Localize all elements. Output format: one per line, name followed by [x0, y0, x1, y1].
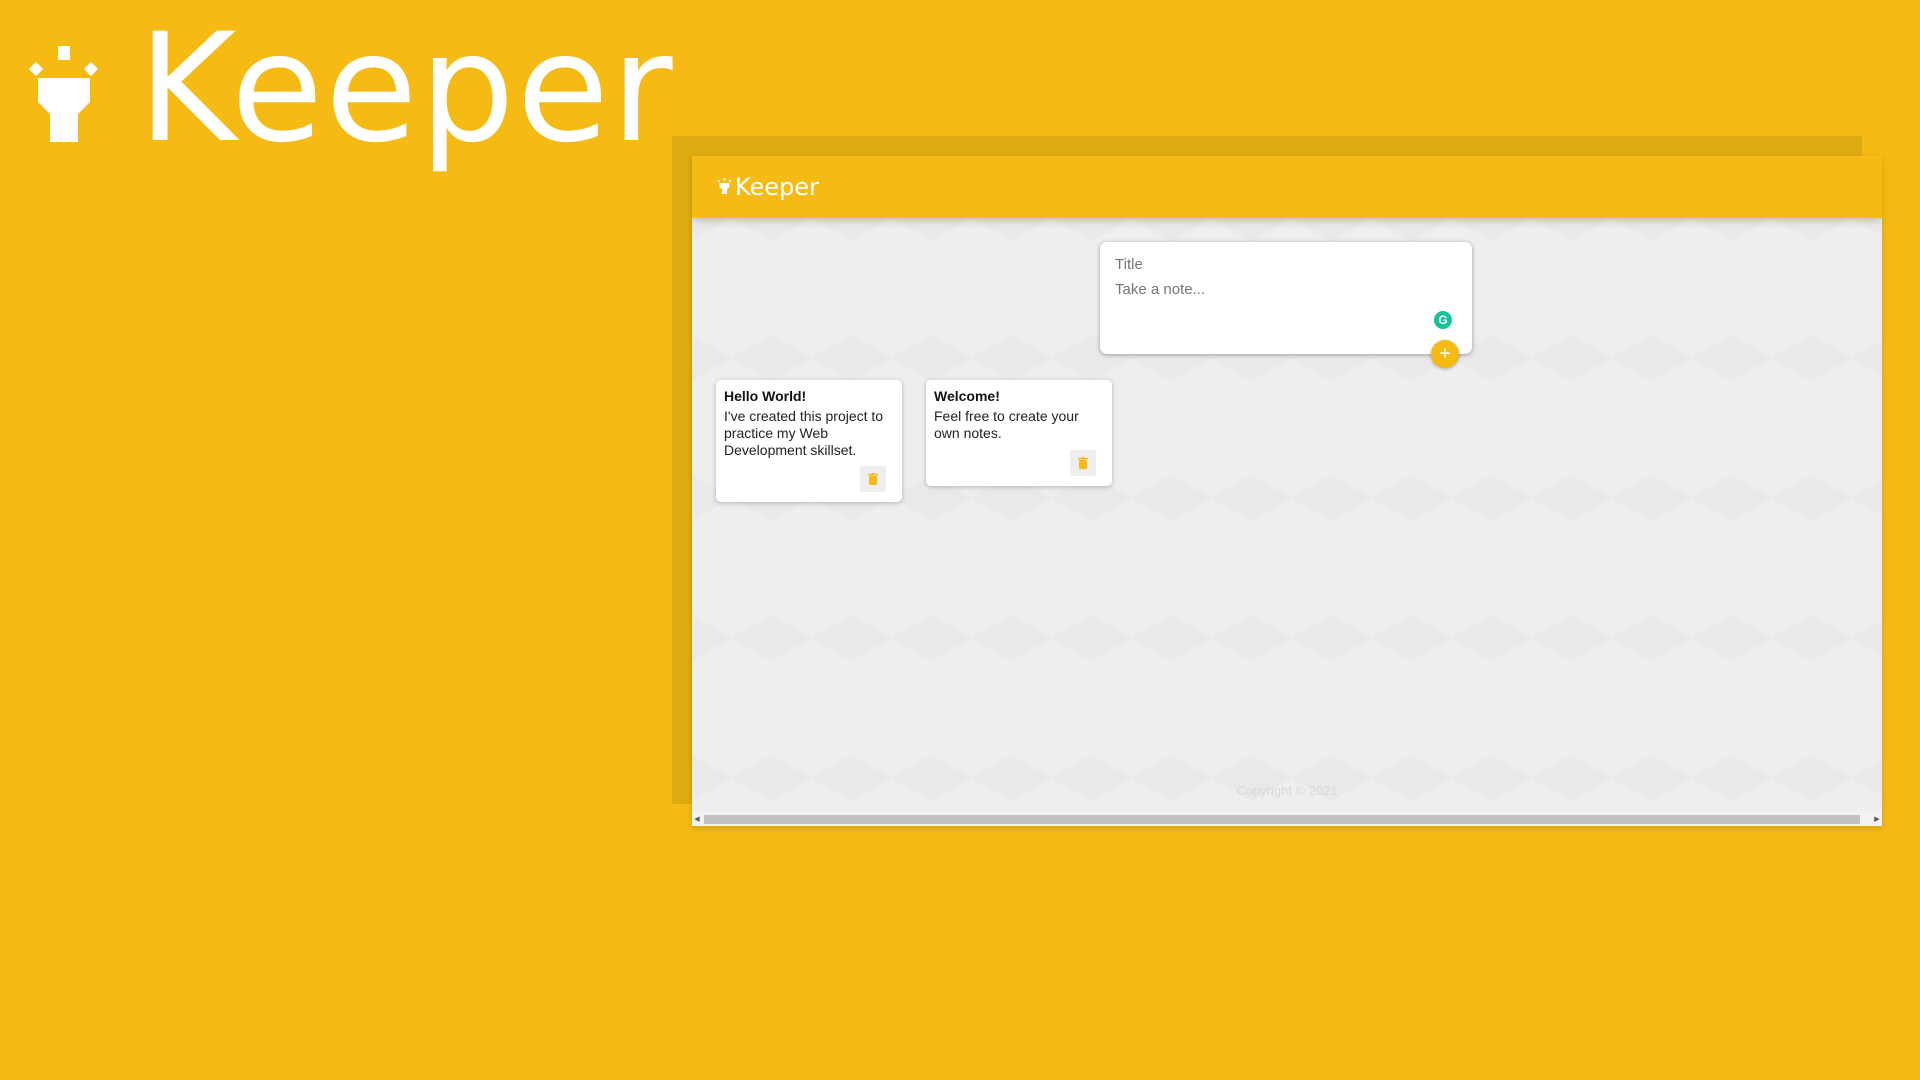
- footer: Copyright © 2021: [692, 783, 1882, 798]
- trash-icon: [868, 473, 878, 485]
- hero-title: Keeper: [138, 2, 675, 176]
- lightbulb-icon: [28, 46, 99, 142]
- scroll-left-icon[interactable]: ◀: [692, 812, 702, 826]
- note-card: Welcome! Feel free to create your own no…: [926, 380, 1112, 486]
- lightbulb-icon: [718, 178, 731, 194]
- app-window: Keeper G + Hello World! I've created thi…: [692, 156, 1882, 826]
- scroll-thumb[interactable]: [704, 814, 1860, 824]
- note-content: I've created this project to practice my…: [724, 408, 884, 458]
- note-title: Welcome!: [934, 388, 1000, 404]
- note-content-input[interactable]: [1115, 281, 1457, 321]
- scroll-right-icon[interactable]: ▶: [1872, 812, 1882, 826]
- note-card: Hello World! I've created this project t…: [716, 380, 902, 502]
- note-content: Feel free to create your own notes.: [934, 408, 1079, 441]
- horizontal-scrollbar[interactable]: ◀ ▶: [692, 812, 1882, 826]
- hero-logo: Keeper: [28, 2, 728, 194]
- note-title-input[interactable]: [1115, 256, 1457, 273]
- app-title: Keeper: [735, 173, 819, 201]
- delete-note-button[interactable]: [860, 466, 886, 492]
- delete-note-button[interactable]: [1070, 450, 1096, 476]
- add-note-button[interactable]: +: [1431, 340, 1459, 368]
- create-note-form: G +: [1100, 242, 1472, 368]
- note-title: Hello World!: [724, 388, 807, 404]
- copyright-text: Copyright © 2021: [1236, 783, 1338, 798]
- grammarly-icon[interactable]: G: [1434, 311, 1452, 329]
- trash-icon: [1078, 457, 1088, 469]
- app-header: Keeper: [692, 156, 1882, 218]
- notes-area: G + Hello World! I've created this proje…: [692, 218, 1882, 826]
